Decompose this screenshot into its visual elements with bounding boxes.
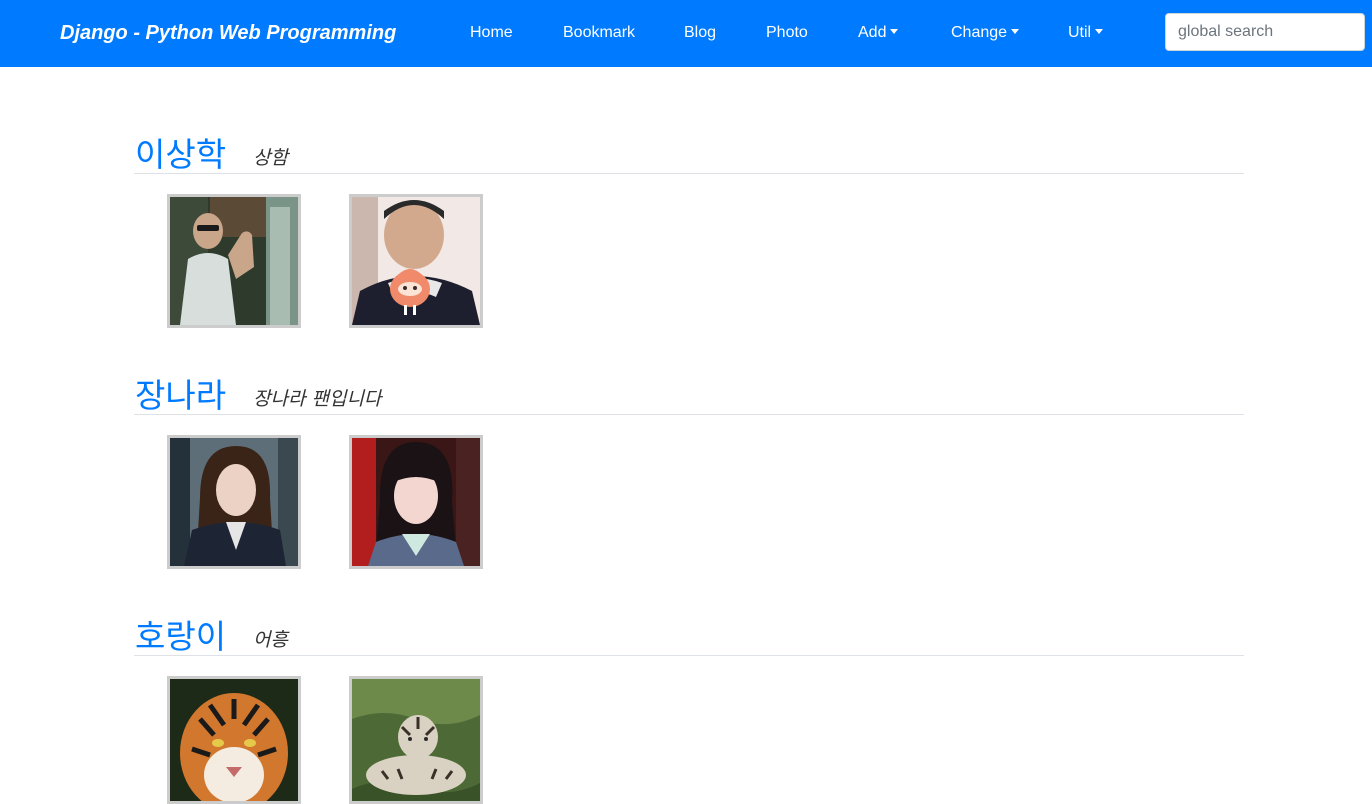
tiger-lying-image [352,679,480,801]
album-divider [134,414,1244,415]
brand-link[interactable]: Django - Python Web Programming [60,21,396,45]
nav-bookmark-label: Bookmark [563,24,636,41]
album-description: 어흥 [253,629,288,651]
person-with-sticker-image [352,197,480,325]
nav-home[interactable]: Home [470,23,513,43]
nav-bookmark[interactable]: Bookmark [563,23,635,43]
nav-util-dropdown[interactable]: Util [1068,23,1104,43]
caret-down-icon [1011,29,1020,34]
album-divider [134,655,1244,656]
tiger-face-image [170,679,298,801]
nav-blog[interactable]: Blog [684,23,716,43]
nav-add-label: Add [858,24,887,41]
nav-add-dropdown[interactable]: Add [858,23,899,43]
album-description: 상함 [253,147,288,169]
woman-portrait-image [352,438,480,566]
photo-thumbnail-person-waving[interactable] [167,194,301,328]
caret-down-icon [1095,29,1104,34]
album-divider [134,173,1244,174]
photo-thumbnail-tiger-face[interactable] [167,676,301,804]
nav-change-label: Change [951,24,1008,41]
photo-thumbnail-woman-in-car[interactable] [167,435,301,569]
nav-photo[interactable]: Photo [766,23,808,43]
album-title[interactable]: 이상학 [135,136,226,174]
caret-down-icon [890,29,899,34]
person-waving-image [170,197,298,325]
photo-thumbnail-person-with-sticker[interactable] [349,194,483,328]
woman-in-car-image [170,438,298,566]
nav-photo-label: Photo [766,24,808,41]
photo-thumbnail-tiger-lying[interactable] [349,676,483,804]
nav-blog-label: Blog [684,24,717,41]
album-title[interactable]: 호랑이 [135,618,226,656]
nav-home-label: Home [470,24,513,41]
navbar: Django - Python Web Programming Home Boo… [0,0,1372,67]
photo-thumbnail-woman-portrait[interactable] [349,435,483,569]
album-title[interactable]: 장나라 [135,377,226,415]
album-description: 장나라 팬입니다 [253,388,382,410]
nav-util-label: Util [1068,24,1092,41]
nav-change-dropdown[interactable]: Change [951,23,1020,43]
global-search-input[interactable] [1165,13,1365,51]
